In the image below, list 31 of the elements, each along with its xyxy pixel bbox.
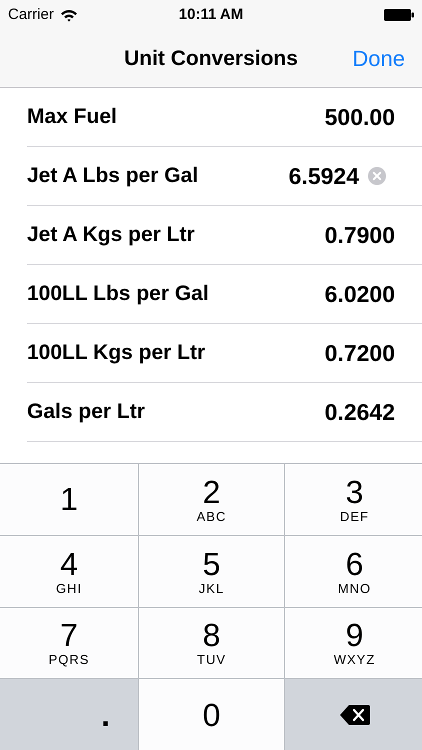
row-label: Jet A Kgs per Ltr [27,222,195,248]
digit-key[interactable]: 2 ABC [139,464,284,535]
row-value[interactable]: 0.2642 [324,394,395,430]
backspace-key[interactable] [285,679,422,750]
row-value[interactable]: 0.7900 [324,218,395,252]
digit-key[interactable]: 8 TUV [139,608,284,678]
value-field[interactable]: 6.5924 [288,158,359,194]
battery-icon [384,9,414,21]
row-label: Max Fuel [27,104,117,130]
row-value[interactable]: 6.0200 [324,276,395,312]
digit-key[interactable]: 3 DEF [285,464,422,535]
done-button[interactable]: Done [352,42,405,75]
digit-key[interactable]: 6 MNO [285,536,422,606]
row-value[interactable]: 500.00 [324,100,395,134]
digit-key[interactable]: 1 [0,464,138,535]
decimal-key[interactable]: . [0,679,138,750]
row-value[interactable]: 0.7200 [324,336,395,370]
backspace-icon [338,704,370,726]
row-label: 100LL Kgs per Ltr [27,340,206,366]
digit-key[interactable]: 0 [139,679,284,750]
row-label: Jet A Lbs per Gal [27,163,198,190]
clock-label: 10:11 AM [178,4,244,25]
carrier-label: Carrier [8,4,54,25]
wifi-icon [60,8,78,22]
digit-key[interactable]: 9 WXYZ [285,608,422,678]
digit-key[interactable]: 7 PQRS [0,608,138,678]
digit-key[interactable]: 5 JKL [139,536,284,606]
row-label: 100LL Lbs per Gal [27,281,209,308]
digit-key[interactable]: 4 GHI [0,536,138,606]
nav-title: Unit Conversions [124,46,298,72]
row-label: Gals per Ltr [27,399,145,426]
